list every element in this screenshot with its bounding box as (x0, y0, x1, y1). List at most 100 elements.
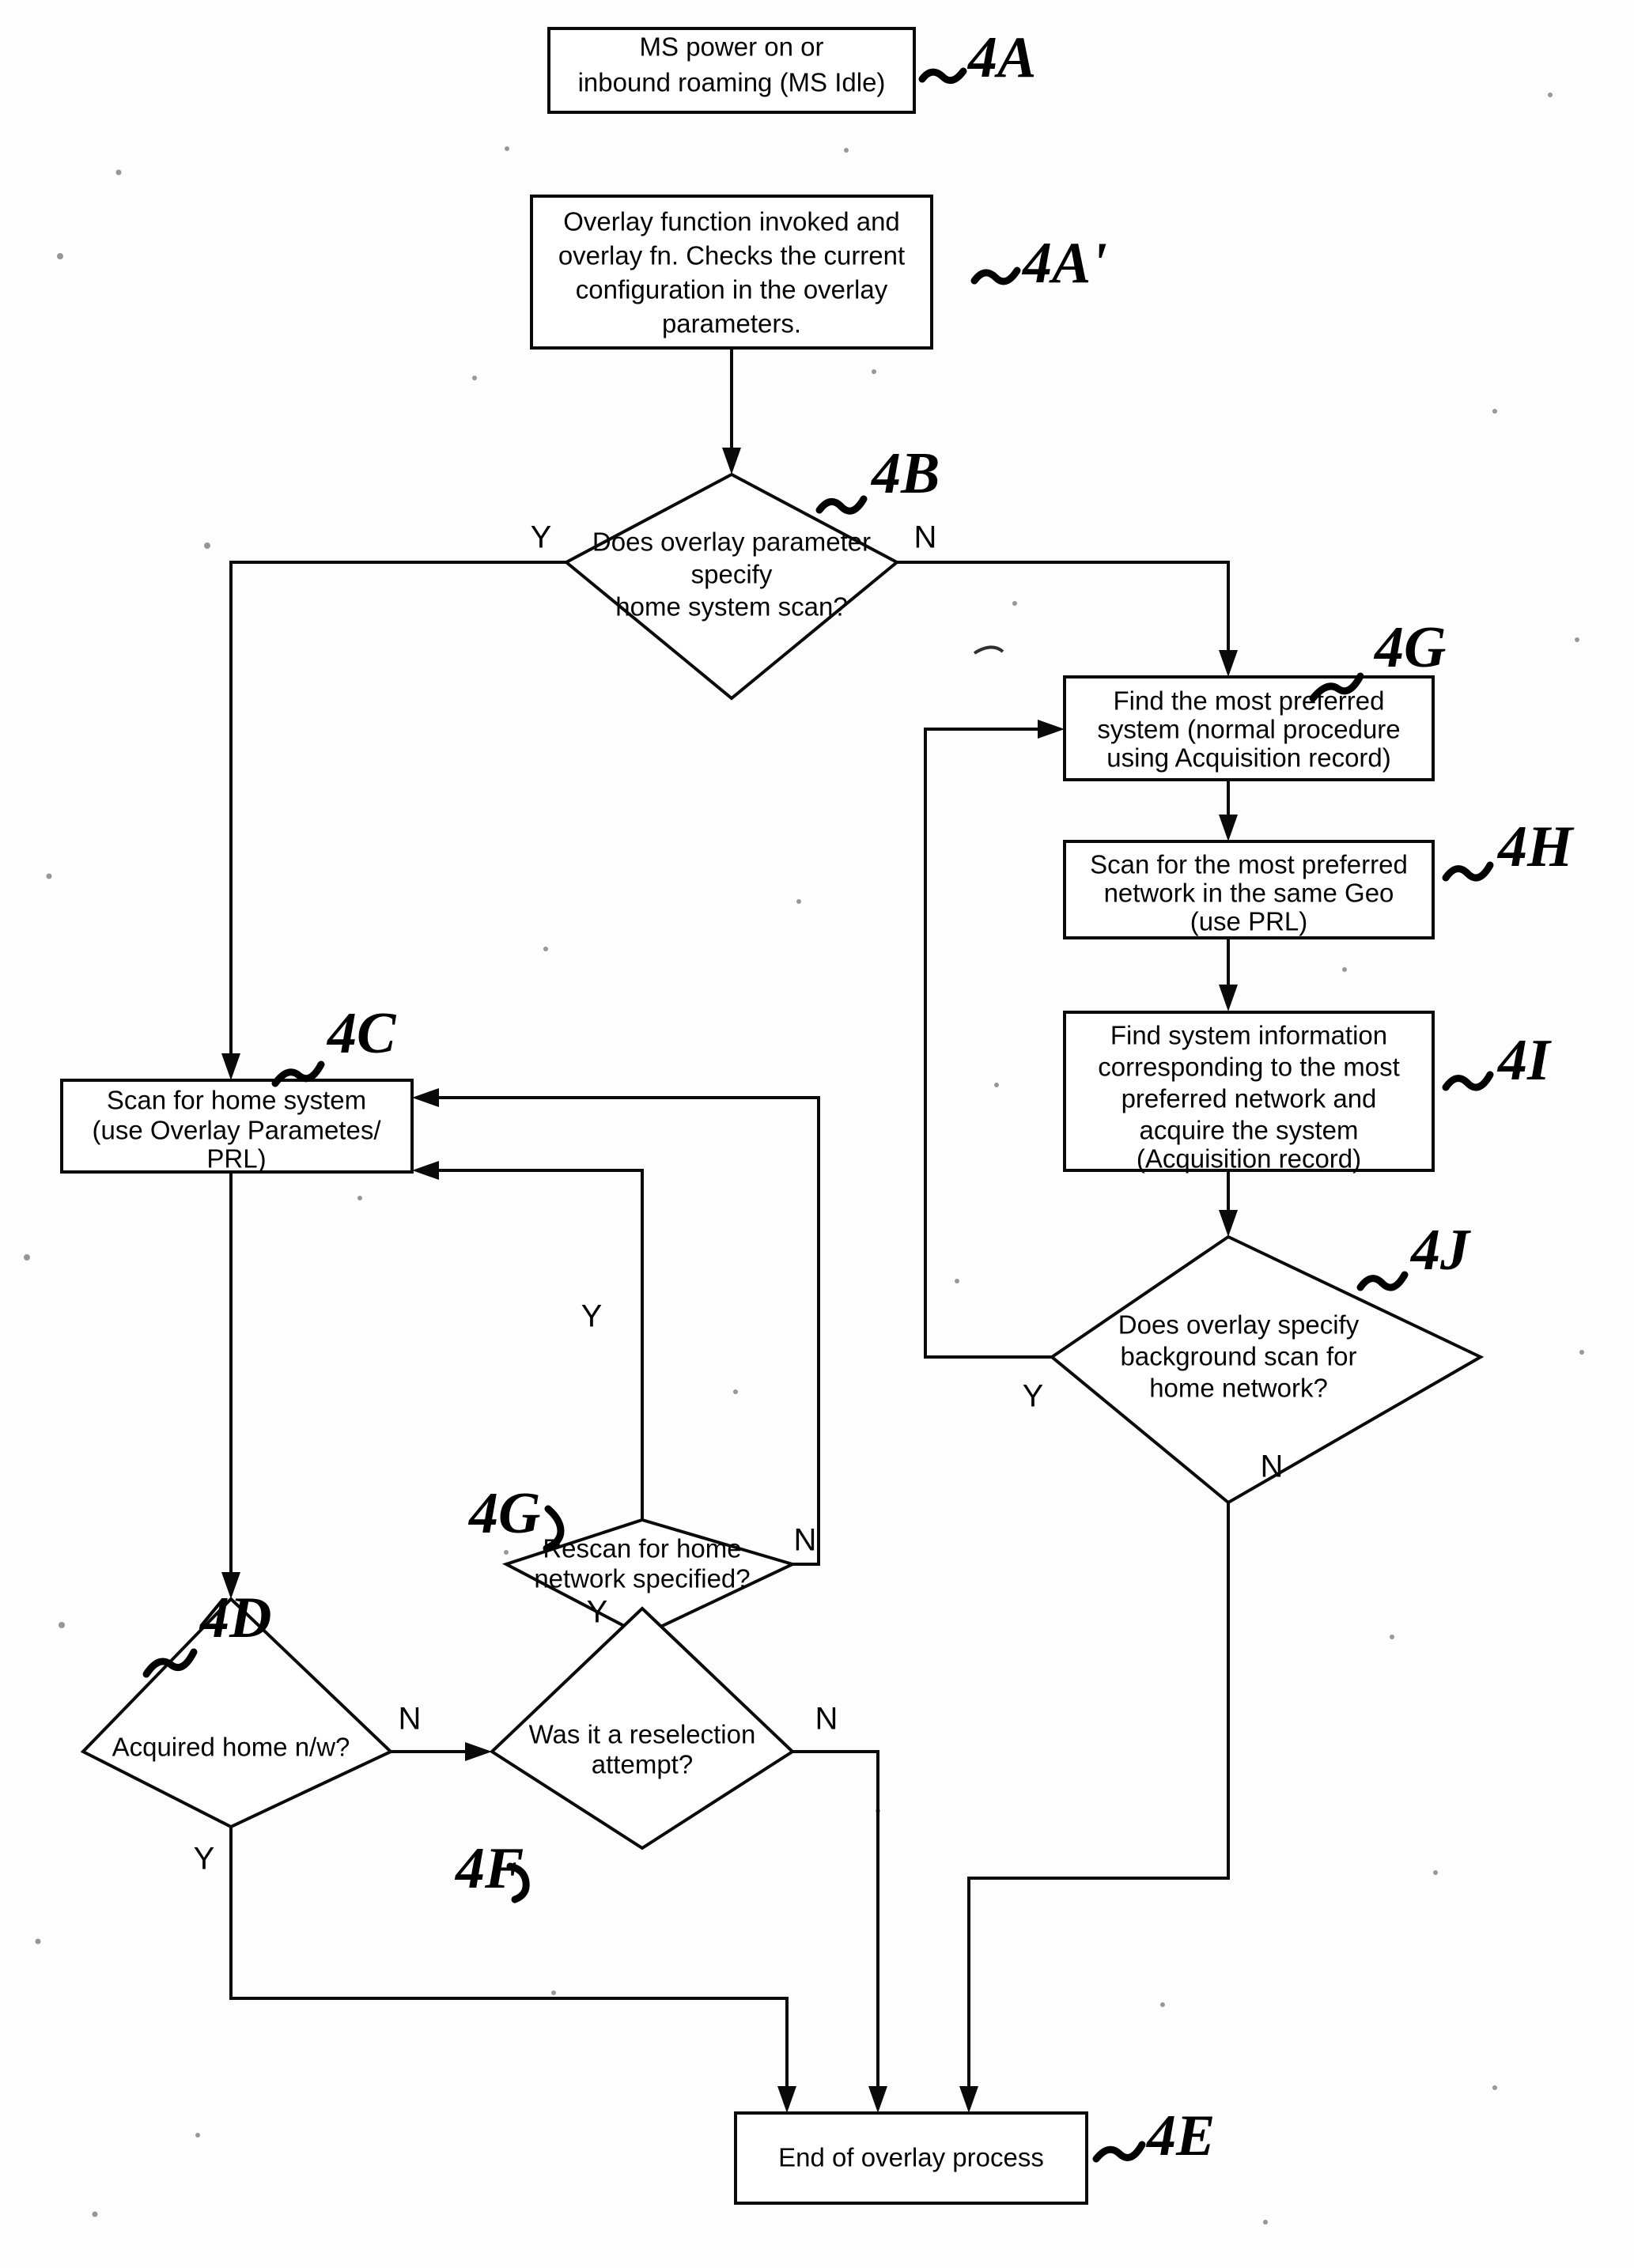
ref-leader-4B (815, 495, 868, 515)
ref-callout-4J: 4J (1356, 1218, 1471, 1291)
node-4D-line-0: Acquired home n/w? (112, 1733, 350, 1762)
arrowhead-4E-mid (868, 2086, 887, 2113)
node-4G-diamond-line-1: network specified? (534, 1564, 750, 1593)
node-4A-prime: Overlay function invoked and overlay fn.… (530, 195, 933, 350)
node-4F-yes-label: Y (587, 1595, 608, 1630)
node-4J-line-2: home network? (1149, 1374, 1328, 1403)
arrowhead-4C-right-lower (412, 1161, 439, 1180)
node-4I-line-4: (Acquisition record) (1137, 1144, 1361, 1174)
ref-callout-4A-prime: 4A' (970, 231, 1107, 296)
node-4E-line-0: End of overlay process (778, 2143, 1044, 2172)
ref-label-4F: 4F (454, 1836, 524, 1901)
node-4F-line-0: Was it a reselection (529, 1720, 756, 1749)
ref-callout-4E: 4E (1092, 2104, 1215, 2168)
node-4G-diamond-line-0: Rescan for home (543, 1534, 741, 1563)
node-4J-yes-label: Y (1023, 1379, 1044, 1414)
node-4I-line-2: preferred network and (1121, 1084, 1377, 1113)
node-4B-no-label: N (914, 520, 937, 555)
ref-leader-4A-prime (970, 266, 1021, 285)
node-4E: End of overlay process (734, 2111, 1088, 2205)
node-4C-line-1: (use Overlay Parametes/ (93, 1116, 382, 1145)
node-4J-line-0: Does overlay specify (1118, 1310, 1360, 1340)
node-4A-prime-line-3: parameters. (662, 309, 801, 338)
flowchart-svg: MS power on or inbound roaming (MS Idle)… (24, 25, 1584, 2225)
node-4B-line-0: Does overlay parameter (592, 527, 871, 557)
connector-4B-no-to-4Gbox (897, 561, 1230, 650)
arrowhead-4C-right-upper (412, 1088, 439, 1107)
node-4C: Scan for home system (use Overlay Parame… (60, 1079, 414, 1174)
ref-label-4A: 4A (966, 25, 1036, 90)
ref-leader-4J (1356, 1271, 1409, 1291)
ref-leader-4H (1442, 861, 1494, 882)
node-4C-line-2: PRL) (206, 1144, 266, 1174)
connector-4J-no-to-4E (967, 1503, 1230, 2086)
arrowhead-4I-top (1219, 985, 1238, 1011)
ref-callout-4H: 4H (1442, 815, 1575, 882)
node-4F-line-1: attempt? (592, 1750, 693, 1779)
node-4I-line-1: corresponding to the most (1098, 1053, 1400, 1082)
ref-label-4D: 4D (199, 1586, 271, 1650)
node-4I: Find system information corresponding to… (1063, 1011, 1435, 1174)
node-4G-box-line-1: system (normal procedure (1097, 715, 1400, 744)
node-4H-line-2: (use PRL) (1190, 907, 1308, 936)
node-4F-no-label: N (815, 1702, 838, 1737)
ref-callout-4C: 4C (271, 1001, 397, 1087)
connector-4F-no-to-4E (792, 1750, 879, 2086)
node-4D-no-label: N (399, 1702, 422, 1737)
node-4B-yes-label: Y (531, 520, 552, 555)
node-4H: Scan for the most preferred network in t… (1063, 840, 1435, 939)
ref-leader-4A (918, 67, 967, 85)
node-4J-line-1: background scan for (1120, 1342, 1356, 1371)
ref-label-4G-diamond: 4G (467, 1481, 540, 1546)
node-4A-prime-line-1: overlay fn. Checks the current (558, 241, 905, 270)
ref-label-4G-box: 4G (1373, 615, 1446, 680)
node-4C-line-0: Scan for home system (107, 1086, 366, 1115)
node-4G-box-line-2: using Acquisition record) (1106, 743, 1391, 773)
node-4A: MS power on or inbound roaming (MS Idle) (547, 27, 916, 114)
ref-label-4J: 4J (1409, 1218, 1471, 1283)
node-4I-line-0: Find system information (1110, 1021, 1387, 1050)
arrowhead-4E-left (777, 2086, 796, 2113)
connector-4J-yes-to-4Gbox (924, 728, 1052, 1359)
node-4A-prime-line-2: configuration in the overlay (576, 275, 888, 304)
arrowhead-4C-top (221, 1053, 240, 1080)
node-4F: Was it a reselection attempt? Y N (489, 1595, 838, 1850)
arrowhead-4E-right (959, 2086, 978, 2113)
ref-leader-4E (1092, 2141, 1146, 2163)
connector-4Gdia-yes-to-4C (439, 1169, 644, 1520)
ref-callout-4F: 4F (454, 1836, 530, 1903)
arrowhead-4J-top (1219, 1210, 1238, 1237)
arrowhead-4Gbox-top (1219, 650, 1238, 677)
node-4J-no-label: N (1261, 1450, 1284, 1484)
node-4B: Does overlay parameter specify home syst… (531, 472, 937, 701)
node-4G-diamond-yes-label: Y (581, 1299, 603, 1334)
node-4H-line-1: network in the same Geo (1104, 879, 1394, 908)
node-4D-yes-label: Y (194, 1842, 215, 1877)
node-4A-prime-line-0: Overlay function invoked and (563, 207, 900, 236)
ref-callout-4B: 4B (815, 441, 940, 515)
ref-label-4H: 4H (1496, 815, 1575, 879)
node-4B-line-1: specify (691, 560, 773, 589)
ref-label-4C: 4C (326, 1001, 397, 1066)
ref-leader-4I (1442, 1071, 1494, 1091)
node-4G-box: Find the most preferred system (normal p… (1063, 675, 1435, 781)
ref-label-4E: 4E (1145, 2104, 1215, 2168)
stray-scan-mark (973, 645, 1004, 655)
arrowhead-4H-top (1219, 815, 1238, 841)
node-4B-line-2: home system scan? (615, 592, 847, 622)
arrowhead-4B (722, 448, 741, 474)
node-4I-line-3: acquire the system (1140, 1116, 1359, 1145)
node-4A-line-0: MS power on or (640, 32, 824, 62)
node-4G-diamond-no-label: N (794, 1523, 817, 1558)
ref-label-4A-prime: 4A' (1021, 231, 1107, 296)
node-4A-line-1: inbound roaming (MS Idle) (578, 68, 886, 97)
arrowhead-4F-left (465, 1742, 492, 1761)
figure-page: MS power on or inbound roaming (MS Idle)… (0, 0, 1634, 2268)
ref-callout-4A: 4A (918, 25, 1036, 90)
ref-callout-4I: 4I (1442, 1028, 1552, 1093)
node-4G-diamond: Rescan for home network specified? Y N (501, 1299, 817, 1638)
connector-4B-yes-to-4C (229, 561, 566, 1053)
ref-label-4B: 4B (870, 441, 940, 506)
node-4H-line-0: Scan for the most preferred (1090, 850, 1408, 879)
arrowhead-4Gbox-left (1038, 720, 1065, 739)
